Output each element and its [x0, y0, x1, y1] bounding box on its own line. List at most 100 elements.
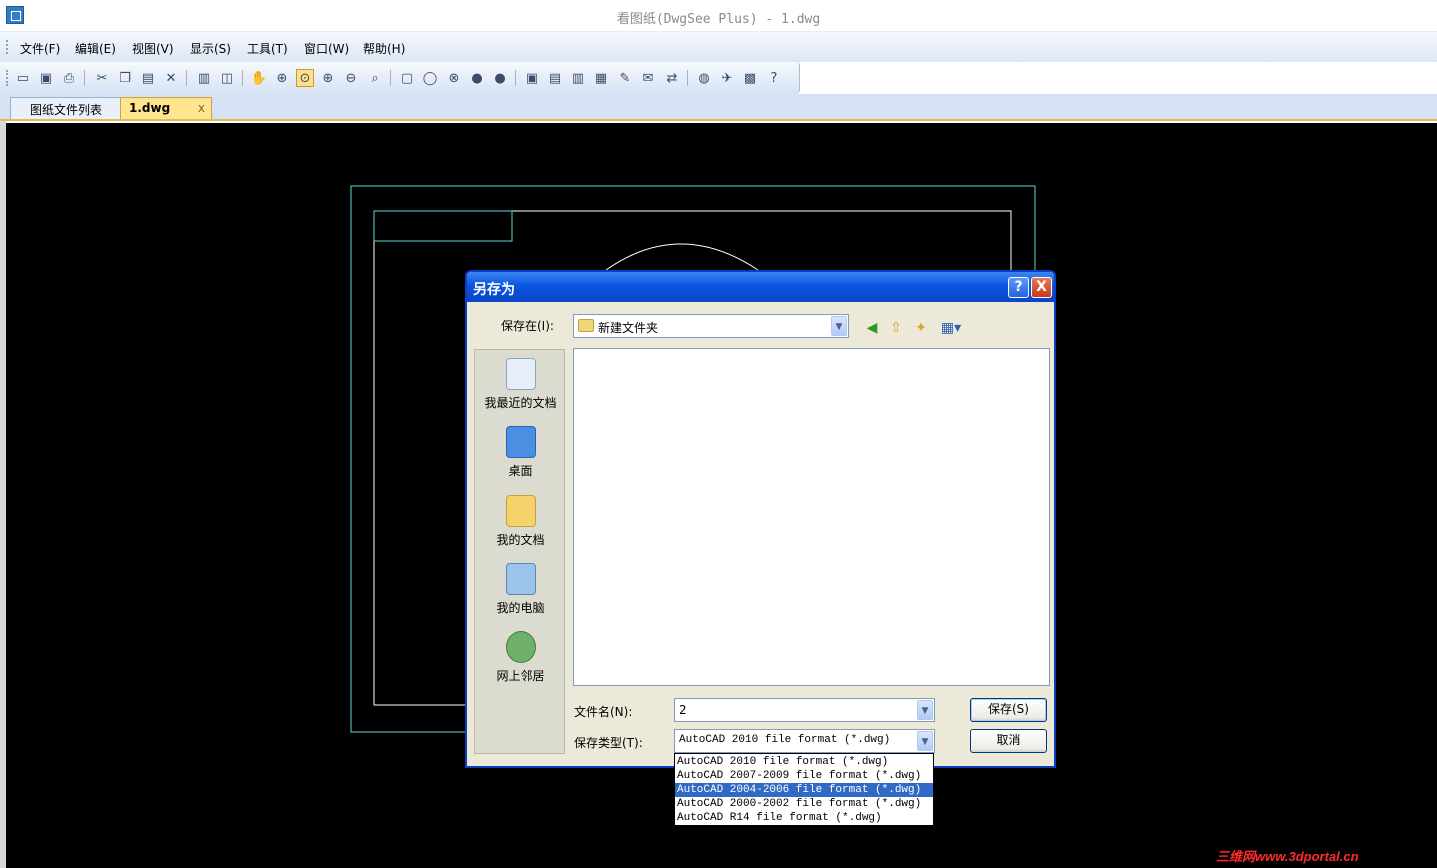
- filetype-select[interactable]: AutoCAD 2010 file format (*.dwg) ▼: [674, 729, 935, 753]
- filetype-option[interactable]: AutoCAD 2004-2006 file format (*.dwg): [675, 783, 933, 797]
- filename-value: 2: [679, 703, 687, 717]
- package-icon[interactable]: ▩: [741, 69, 759, 87]
- panel3-icon[interactable]: ▥: [569, 69, 587, 87]
- zoom-realtime-icon[interactable]: ⌕: [366, 69, 384, 87]
- convert-icon[interactable]: ⇄: [663, 69, 681, 87]
- toolbar-grip[interactable]: [6, 70, 9, 86]
- panel4-icon[interactable]: ▦: [592, 69, 610, 87]
- filetype-dropdown: AutoCAD 2010 file format (*.dwg) AutoCAD…: [674, 753, 934, 826]
- cut-icon[interactable]: ✂: [93, 69, 111, 87]
- document-tabs: 图纸文件列表 1.dwg x: [0, 94, 1437, 121]
- save-in-value: 新建文件夹: [598, 321, 659, 335]
- circle-x-icon[interactable]: ⊗: [445, 69, 463, 87]
- print-icon[interactable]: ⎙: [60, 69, 78, 87]
- place-network-label: 网上邻居: [496, 669, 545, 683]
- tab-close-icon[interactable]: x: [198, 101, 205, 115]
- menu-display[interactable]: 显示(S): [190, 40, 231, 57]
- layout-icon[interactable]: ▥: [195, 69, 213, 87]
- web-icon[interactable]: ◍: [695, 69, 713, 87]
- chevron-down-icon[interactable]: ▼: [917, 731, 933, 751]
- up-folder-icon[interactable]: ⇧: [887, 319, 905, 337]
- filetype-value: AutoCAD 2010 file format (*.dwg): [679, 734, 891, 746]
- zoom-extents-icon[interactable]: ⊙: [296, 69, 314, 87]
- menubar-grip[interactable]: [6, 40, 9, 54]
- arc: [605, 243, 759, 271]
- frame-icon[interactable]: ▢: [398, 69, 416, 87]
- view-menu-icon[interactable]: ▦▾: [938, 319, 964, 337]
- folder-icon: [578, 319, 594, 332]
- zoom-in-icon[interactable]: ⊕: [319, 69, 337, 87]
- zoom-out-icon[interactable]: ⊖: [342, 69, 360, 87]
- places-bar: 我最近的文档 桌面 我的文档 我的电脑 网上邻居: [474, 349, 565, 754]
- window-title: 看图纸(DwgSee Plus) - 1.dwg: [616, 12, 821, 27]
- place-my-documents-label: 我的文档: [496, 533, 545, 547]
- menu-tools[interactable]: 工具(T): [247, 40, 288, 57]
- dialog-title: 另存为: [473, 282, 515, 298]
- menu-help[interactable]: 帮助(H): [363, 40, 405, 57]
- toolbar-separator: [84, 70, 85, 86]
- save-in-select[interactable]: 新建文件夹 ▼: [573, 314, 849, 338]
- filetype-option[interactable]: AutoCAD 2000-2002 file format (*.dwg): [675, 797, 933, 811]
- back-icon[interactable]: ◀: [863, 319, 881, 337]
- panel2-icon[interactable]: ▤: [546, 69, 564, 87]
- save-button[interactable]: 保存(S): [970, 698, 1047, 722]
- tab-file-list[interactable]: 图纸文件列表: [10, 97, 122, 119]
- new-folder-icon[interactable]: ✦: [912, 319, 930, 337]
- send-icon[interactable]: ✈: [718, 69, 736, 87]
- dot2-icon[interactable]: ●: [491, 69, 509, 87]
- menu-edit[interactable]: 编辑(E): [75, 40, 116, 57]
- title-bar: 看图纸(DwgSee Plus) - 1.dwg: [0, 0, 1437, 32]
- network-places-icon: [505, 631, 536, 663]
- toolbar: ▭ ▣ ⎙ ✂ ❐ ▤ ✕ ▥ ◫ ✋ ⊕ ⊙ ⊕ ⊖ ⌕ ▢ ◯ ⊗ ● ● …: [0, 62, 800, 94]
- menu-window[interactable]: 窗口(W): [304, 40, 349, 57]
- toolbar-separator: [687, 70, 688, 86]
- tab-1-dwg[interactable]: 1.dwg x: [120, 97, 212, 119]
- recent-documents-icon: [505, 358, 536, 390]
- delete-icon[interactable]: ✕: [162, 69, 180, 87]
- help-button[interactable]: ?: [1008, 277, 1029, 298]
- toolbar-separator: [242, 70, 243, 86]
- place-my-computer-label: 我的电脑: [496, 601, 545, 615]
- place-my-documents[interactable]: 我的文档: [475, 495, 566, 548]
- layers-icon[interactable]: ◫: [218, 69, 236, 87]
- zoom-window-icon[interactable]: ⊕: [273, 69, 291, 87]
- place-desktop[interactable]: 桌面: [475, 426, 566, 479]
- file-list[interactable]: [573, 348, 1050, 686]
- close-button[interactable]: X: [1031, 277, 1052, 298]
- filetype-option[interactable]: AutoCAD 2007-2009 file format (*.dwg): [675, 769, 933, 783]
- filetype-option[interactable]: AutoCAD R14 file format (*.dwg): [675, 811, 933, 825]
- filetype-option[interactable]: AutoCAD 2010 file format (*.dwg): [675, 755, 933, 769]
- menu-file[interactable]: 文件(F): [20, 40, 60, 57]
- filename-label: 文件名(N):: [574, 705, 633, 719]
- dialog-title-bar[interactable]: 另存为 ? X: [467, 272, 1054, 302]
- paste-icon[interactable]: ▤: [139, 69, 157, 87]
- panel1-icon[interactable]: ▣: [523, 69, 541, 87]
- chevron-down-icon[interactable]: ▼: [831, 316, 847, 336]
- tab-1-dwg-label: 1.dwg: [129, 101, 171, 115]
- toolbar-separator: [515, 70, 516, 86]
- menu-view[interactable]: 视图(V): [132, 40, 174, 57]
- toolbar-separator: [390, 70, 391, 86]
- my-documents-icon: [505, 495, 536, 527]
- filename-input[interactable]: 2 ▼: [674, 698, 935, 722]
- open-icon[interactable]: ▭: [14, 69, 32, 87]
- place-my-computer[interactable]: 我的电脑: [475, 563, 566, 616]
- desktop-icon: [505, 426, 536, 458]
- save-in-label: 保存在(I):: [501, 319, 554, 333]
- place-recent[interactable]: 我最近的文档: [475, 358, 566, 411]
- measure-icon[interactable]: ✎: [616, 69, 634, 87]
- help-icon[interactable]: ?: [765, 69, 783, 87]
- circle-icon[interactable]: ◯: [421, 69, 439, 87]
- place-desktop-label: 桌面: [508, 464, 533, 478]
- cancel-button[interactable]: 取消: [970, 729, 1047, 753]
- place-network[interactable]: 网上邻居: [475, 631, 566, 684]
- dot-icon[interactable]: ●: [468, 69, 486, 87]
- save-as-dialog: 另存为 ? X 保存在(I): 新建文件夹 ▼ ◀ ⇧ ✦ ▦▾ 我最近的文档 …: [465, 270, 1056, 768]
- watermark: 三维网www.3dportal.cn: [1216, 849, 1359, 864]
- pan-icon[interactable]: ✋: [250, 69, 268, 87]
- chevron-down-icon[interactable]: ▼: [917, 700, 933, 720]
- annotate-icon[interactable]: ✉: [639, 69, 657, 87]
- copy-icon[interactable]: ❐: [116, 69, 134, 87]
- place-recent-label: 我最近的文档: [484, 396, 557, 410]
- save-icon[interactable]: ▣: [37, 69, 55, 87]
